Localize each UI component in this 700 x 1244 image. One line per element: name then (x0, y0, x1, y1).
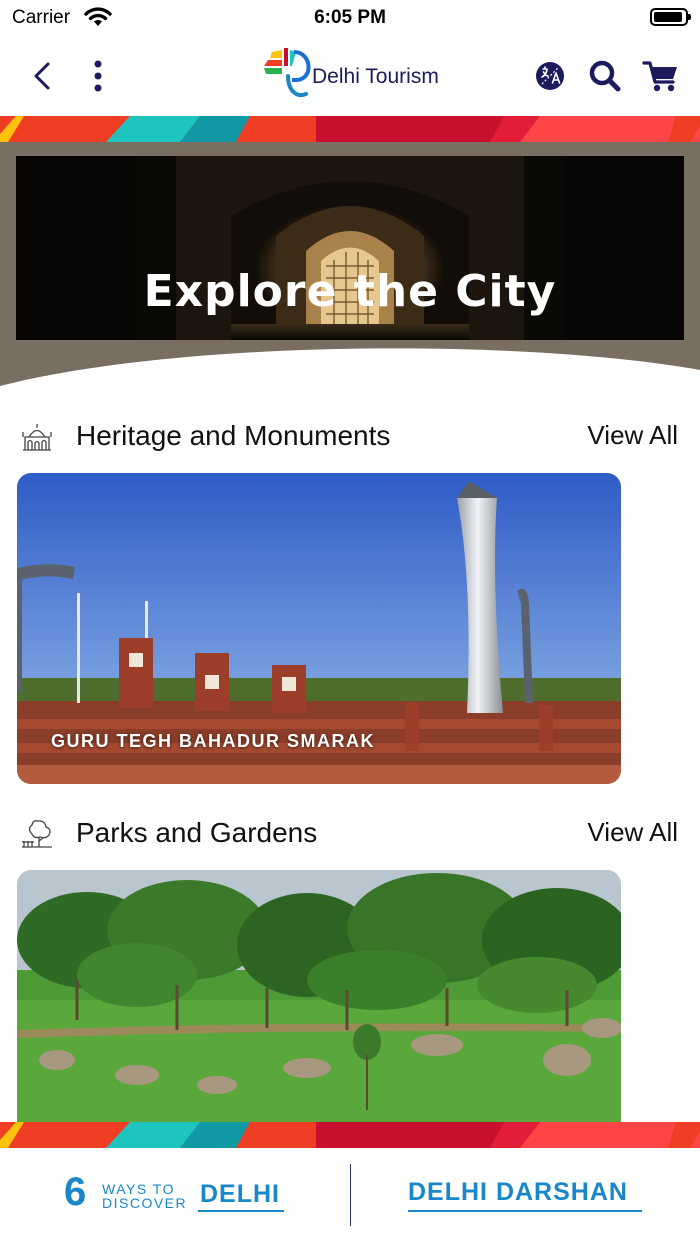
color-stripe-top (0, 116, 700, 142)
park-icon (22, 820, 52, 848)
delhi-tourism-logo: Delhi Tourism (262, 46, 462, 102)
six-ways-to-discover-delhi-button[interactable]: 6 WAYS TO DISCOVER DELHI (64, 1170, 290, 1222)
hero-image: Explore the City (16, 156, 684, 340)
six-ways-number: 6 (64, 1170, 87, 1214)
parks-card-image (17, 870, 621, 1122)
view-all-parks-link[interactable]: View All (587, 817, 678, 848)
section-header-parks: Parks and Gardens View All (0, 809, 700, 859)
color-stripe-bottom (0, 1122, 700, 1148)
bottom-bar: 6 WAYS TO DISCOVER DELHI DELHI DARSHAN (0, 1148, 700, 1244)
hero-banner: Explore the City (0, 142, 700, 386)
hero-title: Explore the City (143, 266, 557, 317)
delhi-darshan-label: DELHI DARSHAN (408, 1178, 628, 1206)
cart-icon[interactable] (642, 58, 680, 94)
bottom-bar-divider (350, 1164, 351, 1226)
six-ways-city: DELHI (200, 1180, 280, 1208)
language-icon[interactable] (534, 60, 566, 92)
clock: 6:05 PM (314, 7, 386, 28)
six-ways-line1: WAYS TO (102, 1181, 175, 1197)
more-vertical-icon[interactable] (86, 56, 110, 96)
logo-text: Delhi Tourism (312, 65, 439, 88)
search-icon[interactable] (588, 58, 622, 94)
card-title: GURU TEGH BAHADUR SMARAK (51, 731, 375, 751)
monument-icon (22, 424, 52, 451)
parks-card[interactable] (17, 870, 621, 1122)
section-header-heritage: Heritage and Monuments View All (0, 412, 700, 462)
status-bar: Carrier 6:05 PM (0, 0, 700, 36)
battery-icon (650, 8, 691, 26)
heritage-card[interactable]: GURU TEGH BAHADUR SMARAK (17, 473, 621, 784)
delhi-darshan-button[interactable]: DELHI DARSHAN (408, 1178, 644, 1218)
section-title: Heritage and Monuments (76, 420, 391, 451)
app-header: Delhi Tourism (0, 36, 700, 116)
six-ways-underline (198, 1210, 284, 1212)
delhi-darshan-underline (408, 1210, 642, 1212)
six-ways-line2: DISCOVER (102, 1195, 188, 1211)
section-title: Parks and Gardens (76, 817, 318, 848)
view-all-heritage-link[interactable]: View All (587, 420, 678, 451)
back-icon[interactable] (26, 56, 62, 96)
